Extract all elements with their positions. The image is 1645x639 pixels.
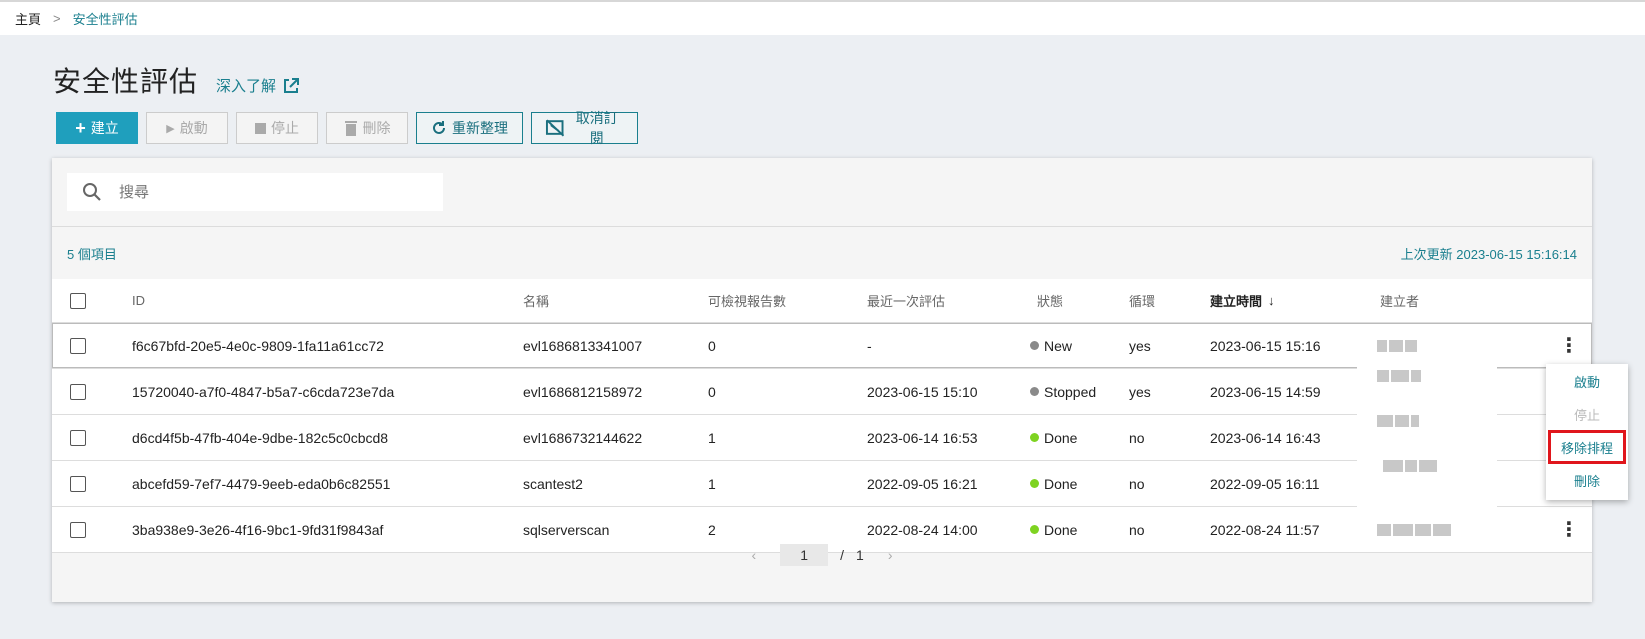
delete-label: 刪除 xyxy=(362,120,391,136)
row-status-label: Done xyxy=(1044,475,1078,492)
menu-item-start[interactable]: 啟動 xyxy=(1546,366,1628,396)
row-checkbox[interactable] xyxy=(70,475,86,492)
row-actions-menu: 啟動 停止 移除排程 刪除 xyxy=(1546,364,1628,500)
menu-item-stop[interactable]: 停止 xyxy=(1546,399,1628,429)
breadcrumb-home[interactable]: 主頁 xyxy=(15,9,41,28)
trash-icon xyxy=(344,121,357,136)
row-id[interactable]: abcefd59-7ef7-4479-9eeb-eda0b6c82551 xyxy=(132,461,390,506)
table-header: ID 名稱 可檢視報告數 最近一次評估 狀態 循環 建立時間 ↓ 建立者 xyxy=(52,279,1592,323)
search-box xyxy=(67,173,443,211)
status-dot-icon xyxy=(1030,387,1039,396)
row-name: evl1686813341007 xyxy=(523,337,643,354)
refresh-icon xyxy=(433,121,445,134)
page-header: 安全性評估 深入了解 xyxy=(53,60,300,100)
unsubscribe-button[interactable]: 取消訂閱 xyxy=(531,110,638,146)
page-total: 1 xyxy=(856,547,864,563)
row-id[interactable]: 15720040-a7f0-4847-b5a7-c6cda723e7da xyxy=(132,369,394,414)
external-link-icon xyxy=(284,77,300,93)
stop-button[interactable]: 停止 xyxy=(236,112,318,144)
page-separator: / xyxy=(840,547,845,563)
row-checkbox[interactable] xyxy=(70,337,86,354)
learn-more-link[interactable]: 深入了解 xyxy=(216,75,300,96)
row-checkbox[interactable] xyxy=(70,429,86,446)
row-status-label: New xyxy=(1044,337,1073,354)
col-reports[interactable]: 可檢視報告數 xyxy=(708,279,786,322)
row-status: Stopped xyxy=(1030,369,1096,414)
page-number-input[interactable]: 1 xyxy=(780,544,829,566)
sort-down-icon: ↓ xyxy=(1268,293,1275,308)
row-reports: 0 xyxy=(708,337,716,354)
learn-more-label: 深入了解 xyxy=(216,78,277,95)
start-label: 啟動 xyxy=(179,120,208,136)
row-last-eval: 2022-09-05 16:21 xyxy=(867,475,978,492)
select-all-checkbox[interactable] xyxy=(70,292,86,309)
row-last-eval: 2023-06-14 16:53 xyxy=(867,429,978,446)
row-recurring: no xyxy=(1129,475,1145,492)
row-status: Done xyxy=(1030,461,1077,506)
stop-icon xyxy=(255,122,266,134)
page-title: 安全性評估 xyxy=(53,66,199,97)
row-reports: 0 xyxy=(708,383,716,400)
col-recurring[interactable]: 循環 xyxy=(1129,279,1155,322)
col-last-eval[interactable]: 最近一次評估 xyxy=(867,279,945,322)
row-id[interactable]: f6c67bfd-20e5-4e0c-9809-1fa11a61cc72 xyxy=(132,323,384,368)
row-recurring: yes xyxy=(1129,383,1151,400)
col-id[interactable]: ID xyxy=(132,279,145,322)
menu-item-delete[interactable]: 刪除 xyxy=(1546,465,1628,495)
row-reports: 1 xyxy=(708,475,716,492)
col-status[interactable]: 狀態 xyxy=(1037,279,1063,322)
row-created: 2023-06-15 15:16 xyxy=(1210,337,1321,354)
start-button[interactable]: ▶ 啟動 xyxy=(146,112,228,144)
item-count: 5 個項目 xyxy=(67,247,117,262)
row-recurring: no xyxy=(1129,429,1145,446)
row-created: 2022-09-05 16:11 xyxy=(1210,475,1320,492)
row-status-label: Stopped xyxy=(1044,383,1097,400)
last-updated: 上次更新 2023-06-15 15:16:14 xyxy=(1400,247,1577,262)
create-button[interactable]: + 建立 xyxy=(56,112,138,144)
row-actions-kebab-icon[interactable]: ⋮ xyxy=(1559,323,1579,368)
creator-blurred-area xyxy=(1357,360,1497,510)
row-last-eval: 2023-06-15 15:10 xyxy=(867,383,978,400)
play-icon: ▶ xyxy=(166,122,175,135)
row-created: 2023-06-14 16:43 xyxy=(1210,429,1321,446)
row-recurring: yes xyxy=(1129,337,1151,354)
breadcrumb: 主頁 > 安全性評估 xyxy=(0,0,1645,35)
refresh-label: 重新整理 xyxy=(452,120,508,136)
plus-icon: + xyxy=(75,118,86,138)
row-name: evl1686812158972 xyxy=(523,383,643,400)
pagination: ‹ 1 / 1 › xyxy=(52,532,1592,578)
row-name: scantest2 xyxy=(523,475,583,492)
refresh-button[interactable]: 重新整理 xyxy=(416,112,523,144)
status-dot-icon xyxy=(1030,341,1039,350)
row-status: Done xyxy=(1030,415,1077,460)
row-name: evl1686732144622 xyxy=(523,429,643,446)
col-created[interactable]: 建立時間 ↓ xyxy=(1210,279,1275,322)
toolbar: + 建立 ▶ 啟動 停止 刪除 重新整理 取消訂閱 xyxy=(56,110,638,146)
create-label: 建立 xyxy=(90,120,119,136)
row-status-label: Done xyxy=(1044,429,1078,446)
row-created: 2023-06-15 14:59 xyxy=(1210,383,1321,400)
col-created-label: 建立時間 xyxy=(1210,294,1263,309)
row-last-eval: - xyxy=(867,337,872,354)
menu-item-remove-schedule[interactable]: 移除排程 xyxy=(1548,430,1626,464)
col-creator[interactable]: 建立者 xyxy=(1380,279,1419,322)
status-dot-icon xyxy=(1030,433,1039,442)
search-input[interactable] xyxy=(119,183,399,201)
stop-label: 停止 xyxy=(271,120,299,136)
unsubscribe-label: 取消訂閱 xyxy=(575,110,618,146)
divider xyxy=(52,226,1592,227)
row-id[interactable]: d6cd4f5b-47fb-404e-9dbe-182c5c0cbcd8 xyxy=(132,415,388,460)
search-icon xyxy=(83,183,101,201)
prev-page-icon[interactable]: ‹ xyxy=(751,547,756,563)
status-dot-icon xyxy=(1030,479,1039,488)
unsubscribe-icon xyxy=(545,119,565,137)
col-name[interactable]: 名稱 xyxy=(523,279,549,322)
breadcrumb-separator: > xyxy=(53,11,61,26)
next-page-icon[interactable]: › xyxy=(888,547,893,563)
delete-button[interactable]: 刪除 xyxy=(326,112,408,144)
row-reports: 1 xyxy=(708,429,716,446)
row-status: New xyxy=(1030,323,1072,368)
row-checkbox[interactable] xyxy=(70,383,86,400)
breadcrumb-current[interactable]: 安全性評估 xyxy=(73,9,138,28)
